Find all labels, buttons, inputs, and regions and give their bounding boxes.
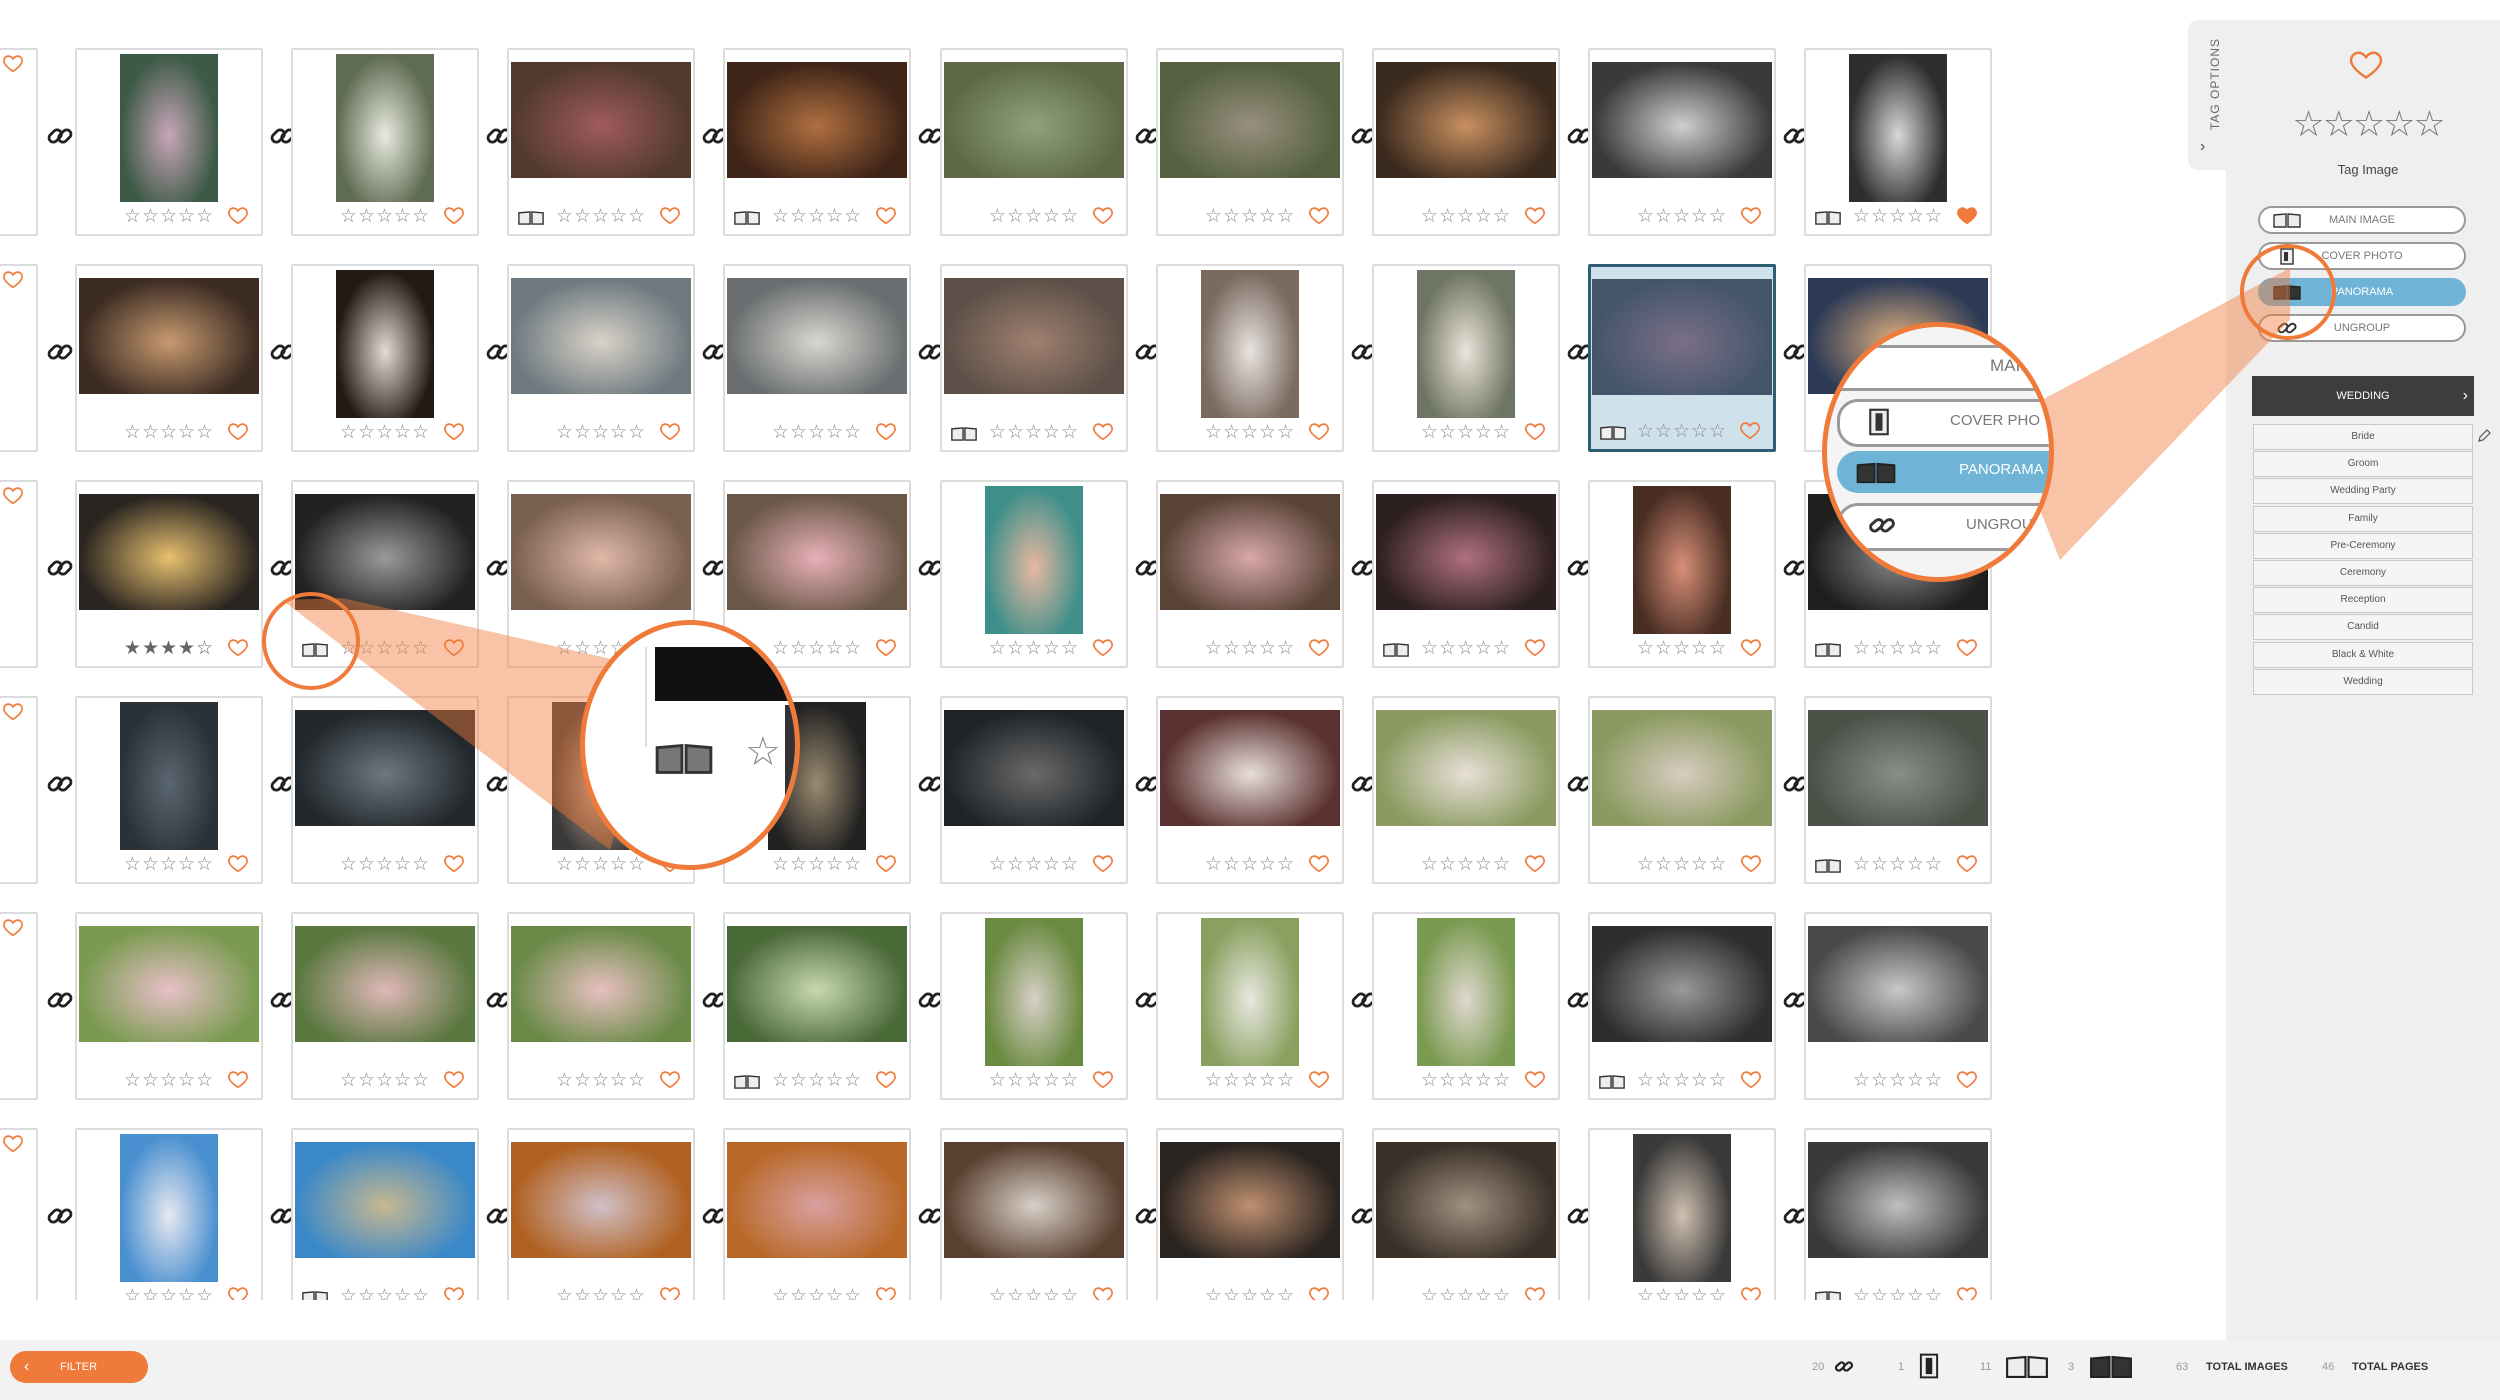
zoom-main-button: MAIN [1827,345,2049,391]
links-count: 20 [1812,1361,1825,1373]
zoom-dark-strip [655,647,795,701]
zoom-panorama-label: PANORAMA [1959,461,2044,478]
zoom-panorama-button: PANORAMA [1837,451,2049,493]
zoom-circle-left: ☆ [580,620,800,870]
star-icon: ☆ [745,730,781,774]
link-icon [1869,518,1895,533]
highlight-circle-card [262,592,360,690]
cover-count: 1 [1898,1361,1905,1373]
total-images-count: 63 [2176,1361,2189,1373]
cover-icon [1919,1353,1939,1379]
book-icon [2006,1355,2048,1379]
zoom-cover-button: COVER PHO [1837,399,2049,447]
filter-label: FILTER [60,1361,98,1373]
zoom-cover-label: COVER PHO [1950,412,2041,429]
chevron-left-icon: ‹ [24,1358,30,1375]
filter-button[interactable]: ‹ FILTER [10,1351,148,1383]
zoom-card-edge [645,647,647,747]
total-images-label: TOTAL IMAGES [2206,1361,2288,1373]
zoom-ungroup-label: UNGROUI [1966,516,2037,533]
zoom-circle-right: MAIN COVER PHO PANORAMA UNGROUI [1822,322,2054,582]
link-icon [1834,1361,1854,1372]
total-pages-label: TOTAL PAGES [2352,1361,2429,1373]
book-icon [655,743,713,774]
pano-count: 3 [2068,1361,2075,1373]
main-count: 11 [1980,1361,1992,1373]
total-pages-count: 46 [2322,1361,2335,1373]
panorama-icon [2090,1355,2132,1379]
cover-icon [1869,408,1889,436]
panorama-icon [1856,462,1896,484]
zoom-main-label: MAIN [1990,356,2033,375]
callout-beam-left [282,268,2290,850]
zoom-ungroup-button: UNGROUI [1837,503,2049,551]
